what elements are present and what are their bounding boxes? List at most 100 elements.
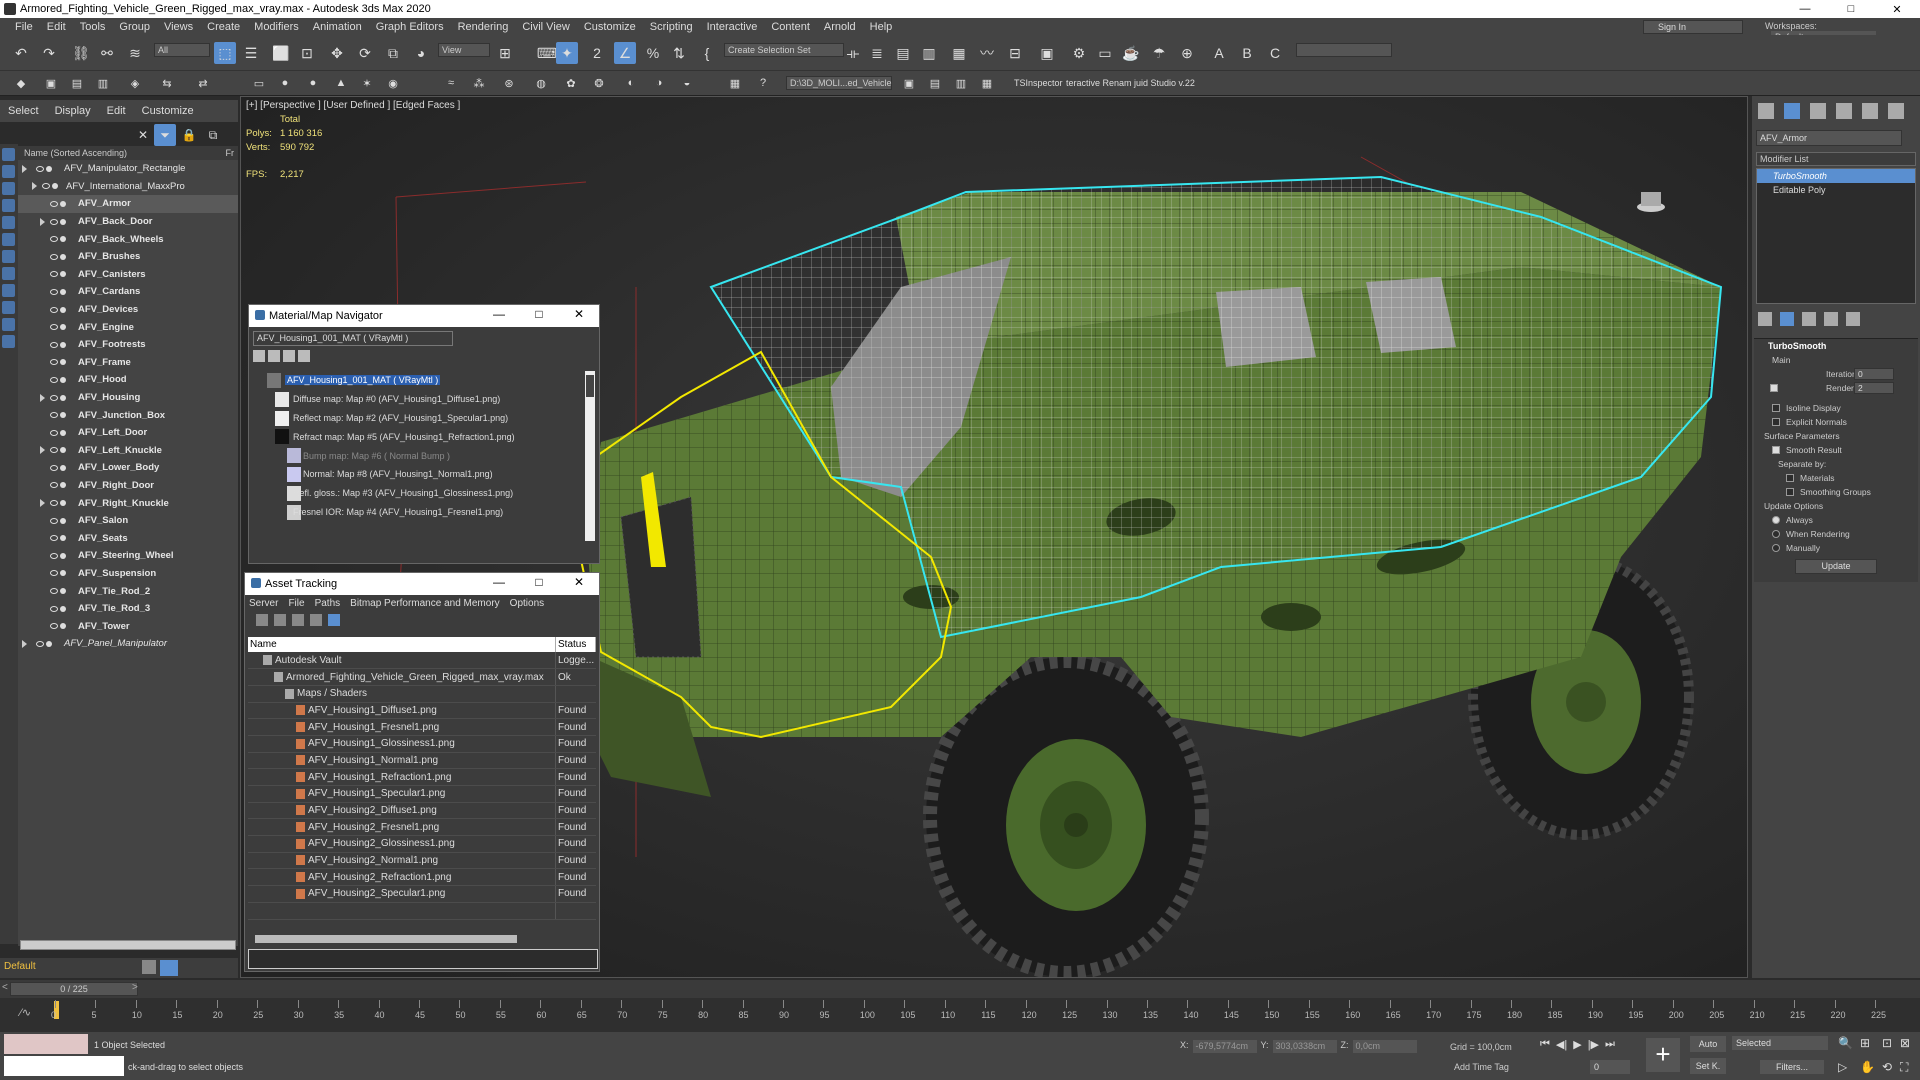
asset-menu-server[interactable]: Server (249, 598, 278, 609)
freeze-dot-icon[interactable] (60, 517, 66, 524)
visibility-eye-icon[interactable] (50, 535, 58, 542)
pin-stack-icon[interactable] (1758, 312, 1772, 326)
bind-spacewarp-icon[interactable]: ≋ (124, 42, 146, 64)
visibility-eye-icon[interactable] (50, 359, 58, 366)
tool2-icon-11[interactable]: ▲ (330, 72, 352, 94)
tool2-icon-20[interactable]: ◐ (620, 72, 642, 94)
when-rendering-row[interactable]: When Rendering (1754, 527, 1918, 541)
scene-item-afv-frame[interactable]: AFV_Frame (18, 354, 238, 372)
scene-item-afv-tower[interactable]: AFV_Tower (18, 617, 238, 635)
visibility-eye-icon[interactable] (36, 165, 44, 172)
asset-row[interactable] (248, 902, 596, 920)
tool2-icon-4[interactable]: ▥ (92, 72, 114, 94)
maximize-button[interactable]: □ (1828, 0, 1874, 18)
menu-rendering[interactable]: Rendering (451, 21, 516, 33)
utilities-tab-icon[interactable] (1888, 103, 1904, 119)
manually-row[interactable]: Manually (1754, 541, 1918, 555)
select-manipulate-icon[interactable]: ✦ (556, 42, 578, 64)
keyboard-shortcut-icon[interactable]: ⌨ (536, 42, 558, 64)
strip-icon-1[interactable] (2, 148, 15, 161)
scene-item-afv-junction-box[interactable]: AFV_Junction_Box (18, 406, 238, 424)
freeze-dot-icon[interactable] (60, 552, 66, 559)
sign-in-dropdown[interactable]: Sign In (1643, 20, 1743, 34)
menu-views[interactable]: Views (157, 21, 200, 33)
smoothing-groups-row[interactable]: Smoothing Groups (1754, 485, 1918, 499)
menu-modifiers[interactable]: Modifiers (247, 21, 306, 33)
current-frame-field[interactable]: 0 (1590, 1060, 1630, 1074)
asset-titlebar[interactable]: Asset Tracking — □ ✕ (245, 573, 599, 595)
freeze-dot-icon[interactable] (60, 394, 66, 401)
scene-item-afv-engine[interactable]: AFV_Engine (18, 318, 238, 336)
help-icon[interactable]: ? (752, 72, 774, 94)
tool2-icon-1[interactable]: ◆ (10, 72, 32, 94)
viewport-label[interactable]: [+] [Perspective ] [User Defined ] [Edge… (246, 100, 460, 111)
tool2-icon-17[interactable]: ◍ (530, 72, 552, 94)
visibility-eye-icon[interactable] (50, 500, 58, 507)
list-small-icon[interactable] (268, 350, 280, 362)
next-frame-icon[interactable]: > (132, 982, 138, 993)
menu-content[interactable]: Content (764, 21, 817, 33)
visibility-eye-icon[interactable] (42, 183, 50, 190)
time-slider-thumb[interactable]: 0 / 225 (10, 982, 138, 996)
scene-item-afv-hood[interactable]: AFV_Hood (18, 371, 238, 389)
asset-tool-5[interactable] (328, 614, 340, 626)
scene-item-afv-back-wheels[interactable]: AFV_Back_Wheels (18, 230, 238, 248)
tool2-icon-25[interactable]: ▤ (924, 72, 946, 94)
freeze-dot-icon[interactable] (60, 324, 66, 331)
key-filters-button[interactable]: Filters... (1760, 1060, 1824, 1074)
explicit-checkbox[interactable] (1772, 418, 1780, 426)
visibility-eye-icon[interactable] (50, 605, 58, 612)
curve-editor-mini-icon[interactable]: ⁄∿ (20, 1006, 31, 1019)
render-iters-spinner[interactable]: 2 (1854, 382, 1894, 394)
visibility-eye-icon[interactable] (50, 271, 58, 278)
scene-item-afv-seats[interactable]: AFV_Seats (18, 529, 238, 547)
asset-tool-4[interactable] (310, 614, 322, 626)
isoline-row[interactable]: Isoline Display (1754, 401, 1918, 415)
visibility-eye-icon[interactable] (50, 236, 58, 243)
place-icon[interactable]: ◕ (410, 42, 432, 64)
tool2-icon-9[interactable]: ● (274, 72, 296, 94)
extra-dropdown[interactable] (1296, 43, 1392, 57)
tool2-icon-8[interactable]: ▭ (248, 72, 270, 94)
menu-customize[interactable]: Customize (577, 21, 643, 33)
pan-icon[interactable]: ✋ (1860, 1060, 1875, 1074)
freeze-dot-icon[interactable] (60, 200, 66, 207)
scene-item-afv-left-door[interactable]: AFV_Left_Door (18, 424, 238, 442)
edit-named-sets-icon[interactable]: { (696, 42, 718, 64)
scene-item-afv-lower-body[interactable]: AFV_Lower_Body (18, 459, 238, 477)
freeze-dot-icon[interactable] (60, 623, 66, 630)
track-bar[interactable]: ⁄∿ 0 5 10 15 20 25 30 35 40 45 50 55 60 65 70 75 80 85 90 9… (0, 998, 1920, 1032)
menu-create[interactable]: Create (200, 21, 247, 33)
matnav-row[interactable]: Reflect map: Map #2 (AFV_Housing1_Specul… (253, 409, 593, 428)
expand-icon[interactable] (40, 499, 45, 508)
asset-menu-bitmap-performance-and-memory[interactable]: Bitmap Performance and Memory (350, 598, 500, 609)
tool2-icon-12[interactable]: ✶ (356, 72, 378, 94)
zoom-all-icon[interactable]: ⊞ (1860, 1036, 1870, 1050)
scene-item-afv-panel-manipulator[interactable]: AFV_Panel_Manipulator (18, 635, 238, 653)
menu-file[interactable]: File (8, 21, 40, 33)
scene-item-afv-international-maxxpro[interactable]: AFV_International_MaxxPro (18, 178, 238, 196)
strip-icon-8[interactable] (2, 267, 15, 280)
strip-icon-9[interactable] (2, 284, 15, 297)
play-icon[interactable]: ▶ (1573, 1038, 1581, 1051)
matnav-row[interactable]: Normal: Map #8 (AFV_Housing1_Normal1.png… (253, 465, 593, 484)
asset-row[interactable]: AFV_Housing2_Glossiness1.png Found (248, 835, 596, 853)
expand-icon[interactable] (32, 182, 37, 191)
scene-item-afv-canisters[interactable]: AFV_Canisters (18, 266, 238, 284)
tool2-icon-7[interactable]: ⇄ (192, 72, 214, 94)
asset-col-status[interactable]: Status (555, 637, 596, 652)
matnav-titlebar[interactable]: Material/Map Navigator — □ ✕ (249, 305, 599, 327)
matnav-close-icon[interactable]: ✕ (569, 307, 589, 321)
snaps-toggle-icon[interactable]: 2 (586, 42, 608, 64)
matnav-row[interactable]: Diffuse map: Map #0 (AFV_Housing1_Diffus… (253, 390, 593, 409)
pivot-center-icon[interactable]: ⊞ (494, 42, 516, 64)
show-end-result-icon[interactable] (1780, 312, 1794, 326)
strip-icon-5[interactable] (2, 216, 15, 229)
tool2-icon-24[interactable]: ▣ (898, 72, 920, 94)
rect-selection-icon[interactable]: ⬜ (270, 42, 292, 64)
explicit-row[interactable]: Explicit Normals (1754, 415, 1918, 429)
visibility-eye-icon[interactable] (50, 482, 58, 489)
tool2-icon-23[interactable]: ▦ (724, 72, 746, 94)
render-setup-icon[interactable]: ⚙ (1068, 42, 1090, 64)
expand-icon[interactable] (40, 393, 45, 402)
